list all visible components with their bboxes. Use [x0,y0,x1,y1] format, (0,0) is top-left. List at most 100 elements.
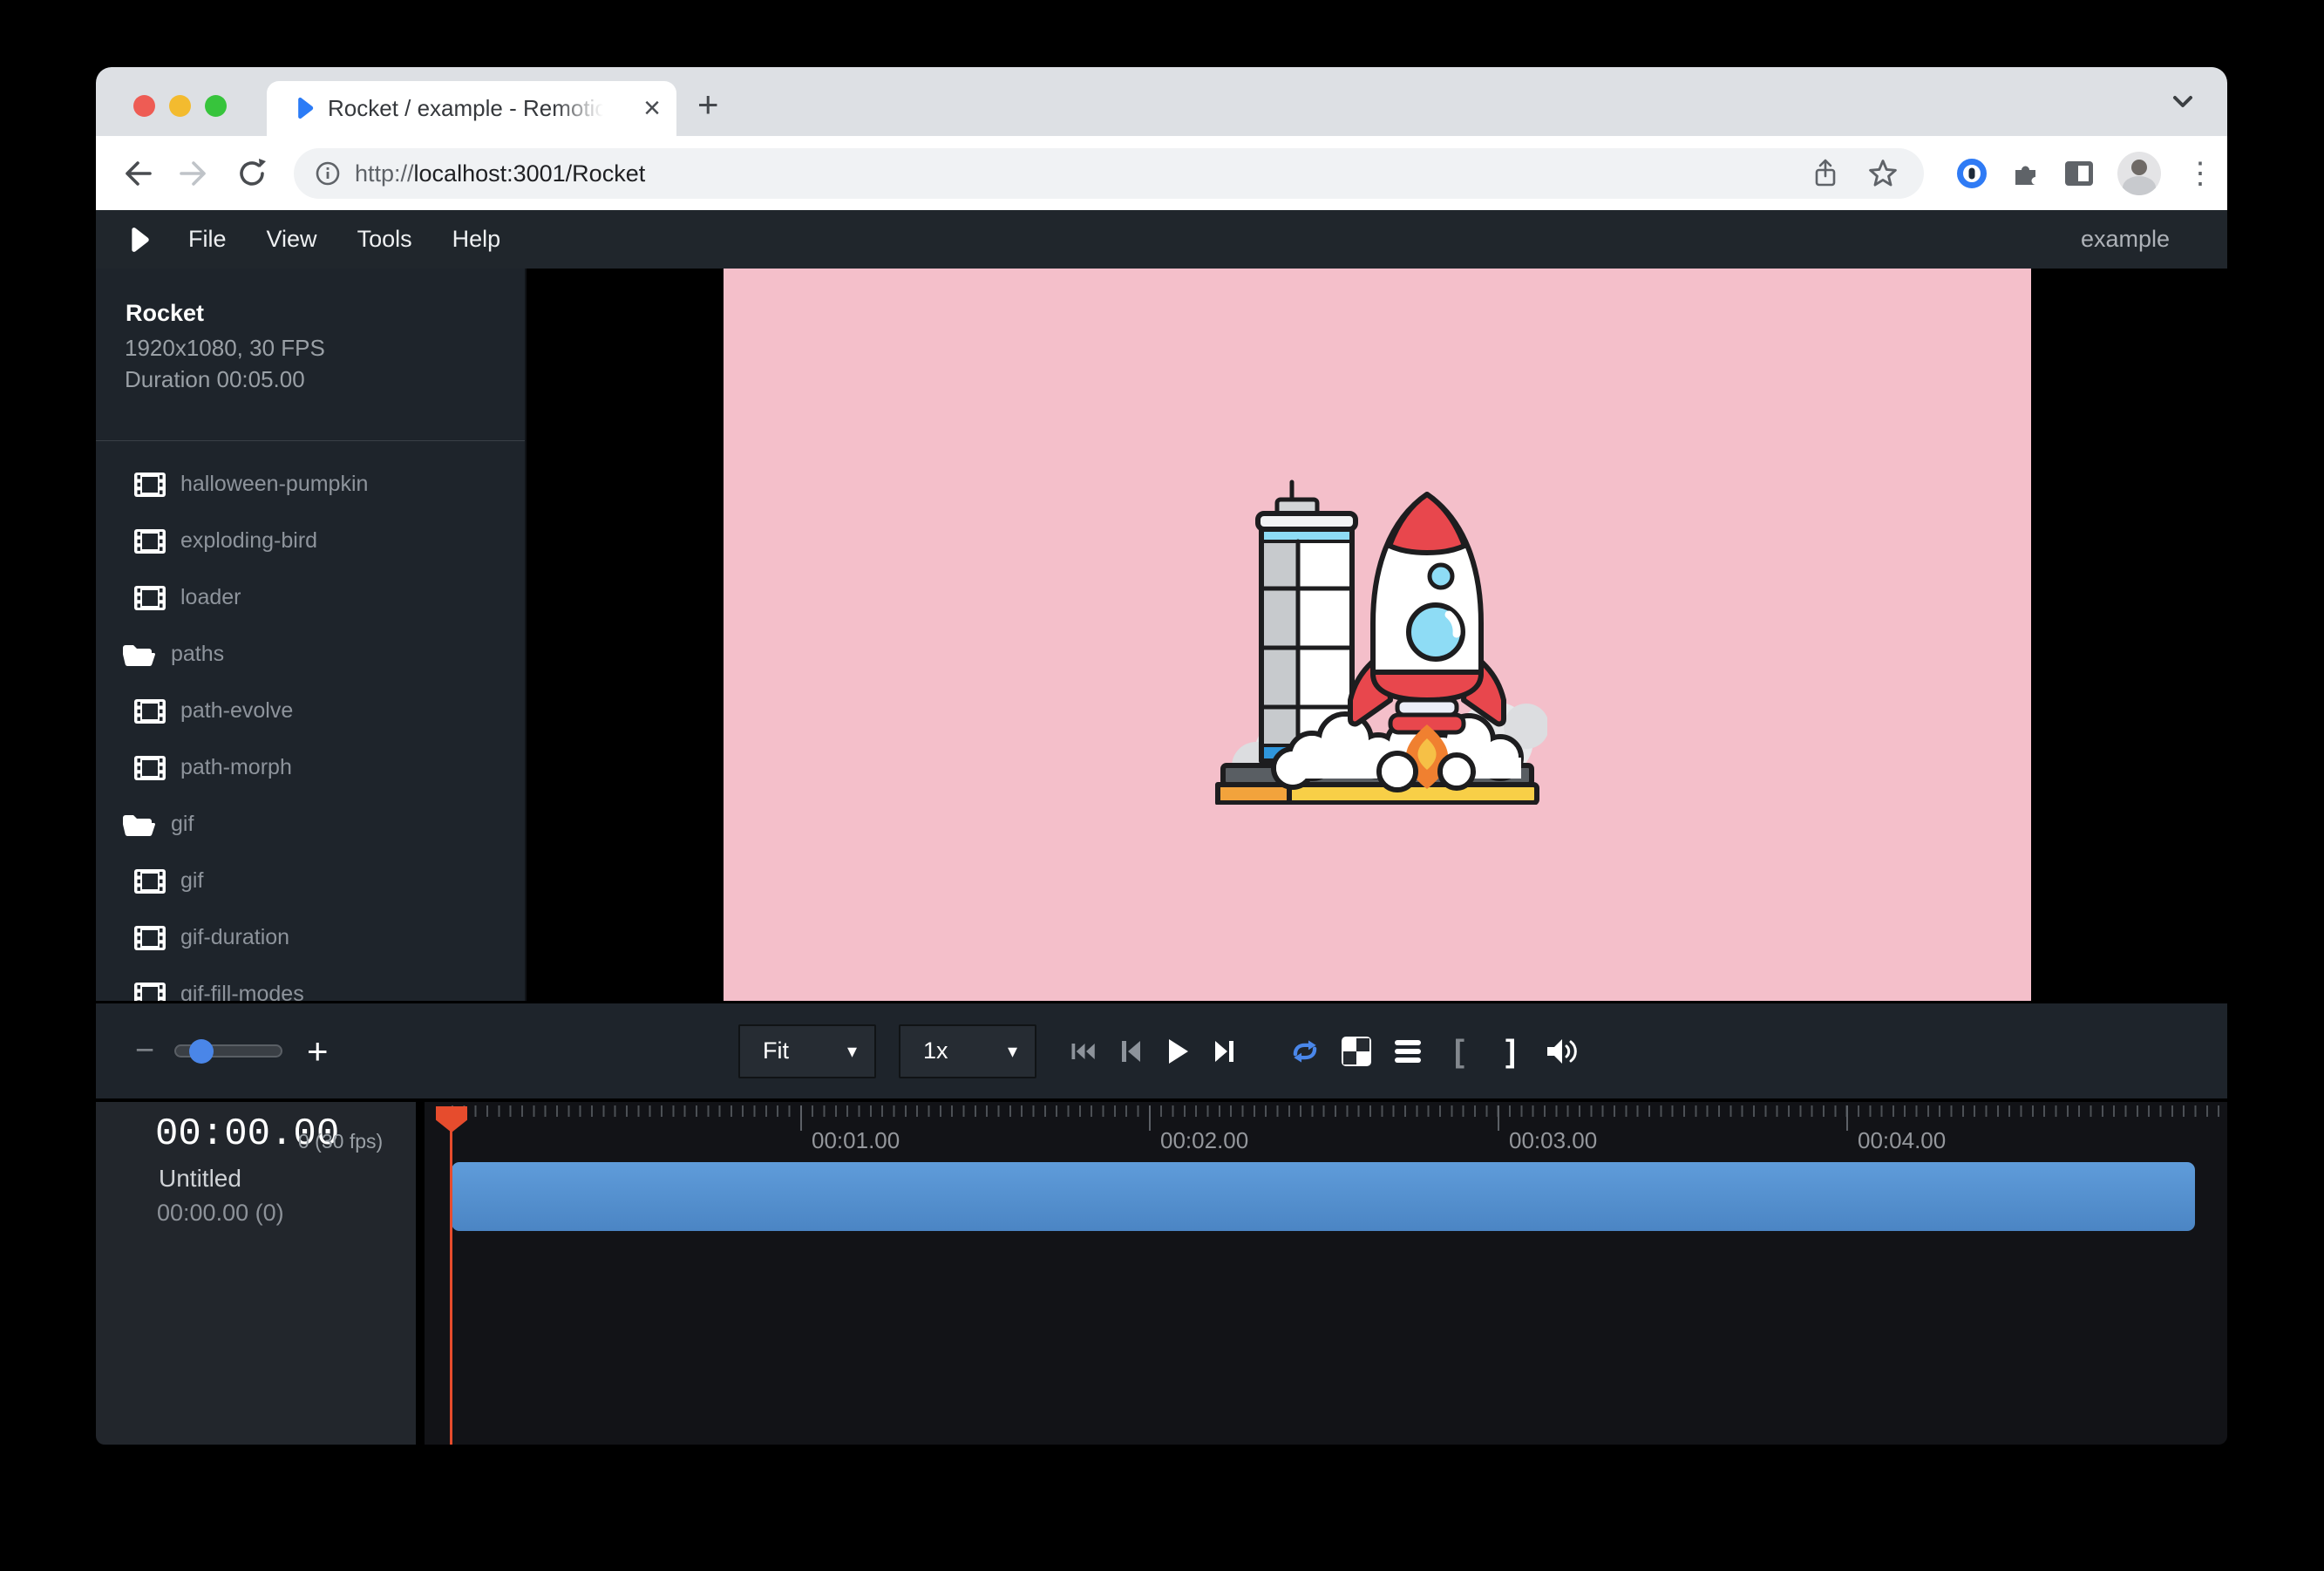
bundle-name-label: example [2081,226,2170,253]
timeline-panel: 00:00.00 0 (30 fps) Untitled 00:00.00 (0… [96,1098,2227,1445]
timeline-rows-icon[interactable] [1391,1038,1424,1064]
menu-file[interactable]: File [188,226,227,253]
composition-label: paths [171,642,224,667]
second-tick [1846,1105,1848,1131]
ruler-time-label: 00:01.00 [812,1127,900,1154]
site-info-icon[interactable] [315,160,341,187]
extensions-puzzle-icon[interactable] [2011,159,2041,188]
compositions-sidebar: Rocket 1920x1080, 30 FPS Duration 00:05.… [96,269,527,1001]
back-button[interactable] [119,155,155,192]
main-area: Rocket 1920x1080, 30 FPS Duration 00:05.… [96,269,2227,1001]
out-point-bracket-button[interactable]: ] [1494,1036,1527,1067]
new-tab-button[interactable]: + [697,86,719,123]
next-frame-button[interactable] [1212,1039,1238,1064]
profile-avatar[interactable] [2117,152,2161,195]
film-icon [133,528,166,554]
second-tick [1498,1105,1499,1131]
composition-label: path-morph [180,755,292,780]
composition-label: gif [180,868,203,894]
film-icon [133,472,166,498]
chevron-down-icon: ▾ [1008,1040,1017,1063]
sidebar-composition-item[interactable]: gif [96,853,525,909]
composition-label: path-evolve [180,698,293,724]
timeline-zoom-slider[interactable] [174,1044,282,1058]
second-tick [1149,1105,1151,1131]
tab-close-icon[interactable]: × [643,92,661,124]
sidebar-composition-item[interactable]: halloween-pumpkin [96,456,525,513]
film-icon [133,868,166,894]
composition-label: loader [180,585,241,610]
track-name: Untitled [159,1165,241,1193]
timeline-divider [416,1102,425,1445]
zoom-slider-thumb[interactable] [189,1039,214,1064]
side-panel-icon[interactable] [2065,161,2093,186]
tab-title-fade [554,85,615,133]
reload-button[interactable] [234,155,270,192]
menu-help[interactable]: Help [452,226,501,253]
browser-toolbar: http://localhost:3001/Rocket ⋮ [96,136,2227,210]
sidebar-composition-item[interactable]: loader [96,569,525,626]
browser-window: Rocket / example - Remotion P × + http:/… [96,67,2227,1445]
url-scheme: http:// [355,160,414,187]
fullscreen-window-button[interactable] [205,95,227,117]
tab-search-chevron-icon[interactable] [2168,92,2198,112]
sidebar-folder-item[interactable]: paths [96,626,525,683]
film-icon [133,585,166,611]
skip-to-start-button[interactable] [1070,1039,1097,1064]
track-duration: 00:00.00 (0) [157,1200,284,1227]
url-bar[interactable]: http://localhost:3001/Rocket [294,148,1924,199]
url-host-path: localhost:3001/Rocket [414,160,646,187]
playhead-line [450,1106,452,1445]
timeline-info-panel: 00:00.00 0 (30 fps) Untitled 00:00.00 (0… [96,1102,416,1445]
previous-frame-button[interactable] [1118,1039,1144,1064]
forward-button[interactable] [176,155,213,192]
url-text[interactable]: http://localhost:3001/Rocket [355,160,1812,187]
second-tick [800,1105,802,1131]
video-canvas [724,269,2031,1001]
film-icon [133,755,166,781]
sidebar-composition-item[interactable]: exploding-bird [96,513,525,569]
sidebar-composition-item[interactable]: path-morph [96,739,525,796]
frame-ticks [452,1105,2227,1117]
browser-menu-icon[interactable]: ⋮ [2185,159,2215,188]
browser-tab[interactable]: Rocket / example - Remotion P × [267,81,676,136]
minimize-window-button[interactable] [169,95,191,117]
volume-icon[interactable] [1546,1037,1579,1065]
sidebar-composition-item[interactable]: gif-duration [96,909,525,966]
remotion-favicon-icon [291,96,316,120]
composition-dimensions: 1920x1080, 30 FPS [125,335,325,362]
ruler-time-label: 00:04.00 [1858,1127,1946,1154]
current-frame-display: 0 (30 fps) [298,1130,383,1153]
film-icon [133,925,166,951]
play-button[interactable] [1165,1038,1191,1064]
timeline-zoom-out-button[interactable]: − [127,1032,162,1070]
composition-label: gif-duration [180,925,289,950]
composition-name: Rocket [126,300,204,327]
in-point-bracket-button[interactable]: [ [1443,1036,1476,1067]
timeline-clip[interactable] [452,1162,2195,1231]
canvas-size-select[interactable]: Fit ▾ [738,1024,876,1078]
menu-tools[interactable]: Tools [357,226,412,253]
composition-label: halloween-pumpkin [180,472,368,497]
remotion-logo-icon[interactable] [124,226,152,254]
chevron-down-icon: ▾ [847,1040,857,1063]
sidebar-folder-item[interactable]: gif [96,796,525,853]
playback-controls-bar: − + Fit ▾ 1x ▾ [96,1001,2227,1098]
timeline-zoom-in-button[interactable]: + [307,1030,329,1072]
playback-speed-select[interactable]: 1x ▾ [899,1024,1036,1078]
timeline-track-area[interactable]: 00:01.0000:02.0000:03.0000:04.00 [425,1102,2227,1445]
composition-duration: Duration 00:05.00 [125,366,305,393]
folder-open-icon [120,641,155,669]
loop-toggle-icon[interactable] [1288,1037,1322,1066]
sidebar-divider [96,440,525,441]
rocket-illustration [1207,465,1547,805]
close-window-button[interactable] [133,95,155,117]
sidebar-composition-item[interactable]: path-evolve [96,683,525,739]
bookmark-star-icon[interactable] [1868,159,1898,188]
password-manager-extension-icon[interactable] [1957,159,1987,188]
share-icon[interactable] [1812,159,1838,188]
ruler-time-label: 00:03.00 [1509,1127,1597,1154]
transparency-checkerboard-icon[interactable] [1340,1037,1373,1066]
film-icon [133,698,166,724]
menu-view[interactable]: View [267,226,317,253]
